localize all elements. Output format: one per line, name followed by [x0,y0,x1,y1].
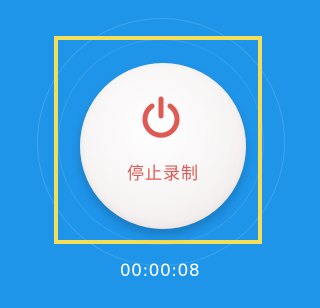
recording-screen: 停止录制 00:00:08 [0,0,320,308]
power-icon [142,96,180,138]
stop-recording-label: 停止录制 [127,164,199,184]
recording-timer: 00:00:08 [119,261,201,281]
stop-recording-button[interactable]: 停止录制 [80,63,246,229]
